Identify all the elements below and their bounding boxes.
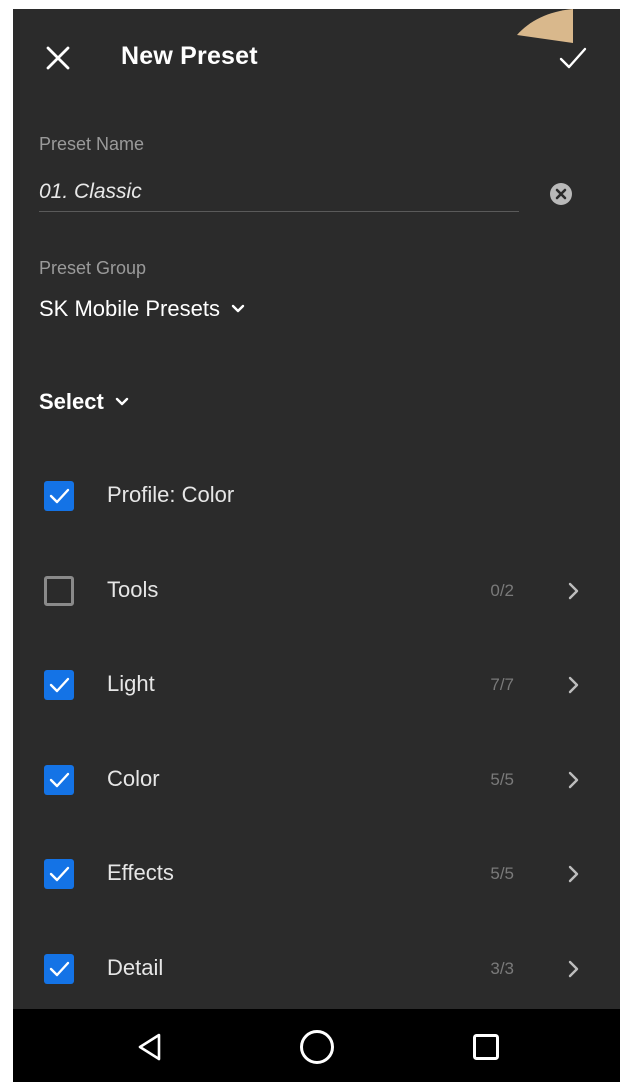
setting-label: Color <box>107 766 160 791</box>
select-menu-label: Select <box>39 389 104 414</box>
chevron-right-icon[interactable] <box>565 864 581 884</box>
checkbox-checked[interactable] <box>44 481 74 511</box>
check-icon <box>49 961 70 977</box>
setting-count: 0/2 <box>490 581 514 600</box>
checkmark-icon <box>559 47 587 69</box>
chevron-down-icon <box>115 397 129 406</box>
chevron-down-icon <box>231 304 245 313</box>
recents-square-icon <box>473 1034 499 1060</box>
close-icon <box>46 46 70 70</box>
back-triangle-icon <box>138 1033 161 1061</box>
chevron-right-icon[interactable] <box>565 581 581 601</box>
home-circle-icon <box>300 1030 334 1064</box>
preset-group-value: SK Mobile Presets <box>39 296 220 321</box>
setting-label: Tools <box>107 577 159 602</box>
setting-count: 5/5 <box>490 770 514 789</box>
confirm-button[interactable] <box>553 40 593 76</box>
setting-count: 3/3 <box>490 959 514 978</box>
checkbox-checked[interactable] <box>44 954 74 984</box>
close-button[interactable] <box>40 40 76 76</box>
check-icon <box>49 488 70 504</box>
page-title: New Preset <box>121 42 258 70</box>
checkbox-checked[interactable] <box>44 859 74 889</box>
nav-home-button[interactable] <box>297 1027 337 1067</box>
setting-count: 7/7 <box>490 675 514 694</box>
check-icon <box>49 772 70 788</box>
nav-recents-button[interactable] <box>466 1027 506 1067</box>
preset-group-dropdown[interactable]: SK Mobile Presets <box>39 296 246 322</box>
system-nav-bar <box>13 1009 620 1082</box>
setting-label: Detail <box>107 955 164 980</box>
clear-circle-icon[interactable] <box>549 182 573 206</box>
nav-back-button[interactable] <box>130 1027 170 1067</box>
preset-name-input[interactable] <box>39 175 519 212</box>
preset-name-label: Preset Name <box>39 134 145 154</box>
check-icon <box>49 866 70 882</box>
checkbox-checked[interactable] <box>44 765 74 795</box>
app-screen: New Preset Preset Name Preset Group SK M… <box>13 9 620 1082</box>
cursor-pointer-icon <box>517 9 573 43</box>
chevron-right-icon[interactable] <box>565 959 581 979</box>
setting-row-light[interactable]: Light 7/7 <box>13 655 620 715</box>
setting-row-detail[interactable]: Detail 3/3 <box>13 939 620 999</box>
preset-group-label: Preset Group <box>39 258 147 278</box>
setting-label: Profile: Color <box>107 482 235 507</box>
setting-count: 5/5 <box>490 864 514 883</box>
checkbox-checked[interactable] <box>44 670 74 700</box>
setting-row-color[interactable]: Color 5/5 <box>13 750 620 810</box>
setting-row-tools[interactable]: Tools 0/2 <box>13 561 620 621</box>
chevron-right-icon[interactable] <box>565 770 581 790</box>
check-icon <box>49 677 70 693</box>
setting-row-effects[interactable]: Effects 5/5 <box>13 844 620 904</box>
setting-label: Light <box>107 671 155 696</box>
chevron-right-icon[interactable] <box>565 675 581 695</box>
select-menu[interactable]: Select <box>39 389 130 415</box>
setting-row-profile-color[interactable]: Profile: Color <box>13 466 620 526</box>
checkbox-unchecked[interactable] <box>44 576 74 606</box>
setting-label: Effects <box>107 860 174 885</box>
